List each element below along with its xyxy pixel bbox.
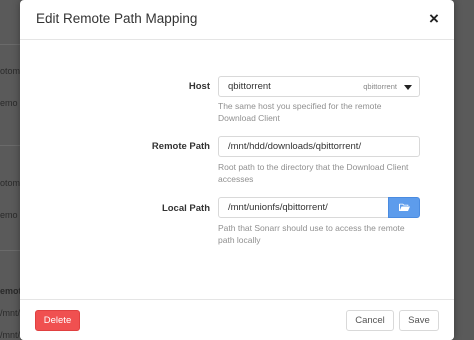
background-text: /mnt/ [0, 330, 20, 340]
local-path-help-text: Path that Sonarr should use to access th… [218, 223, 405, 245]
host-help-text: The same host you specified for the remo… [218, 101, 382, 123]
local-path-input[interactable] [218, 197, 389, 218]
local-path-label: Local Path [161, 203, 210, 214]
close-icon[interactable]: × [426, 10, 442, 28]
background-text: /mnt/ [0, 308, 20, 318]
save-button[interactable]: Save [399, 310, 439, 331]
remote-path-help-text: Root path to the directory that the Down… [218, 162, 409, 184]
modal-title: Edit Remote Path Mapping [36, 11, 198, 26]
background-divider [0, 145, 20, 146]
background-text: emot [0, 286, 20, 296]
modal-header: Edit Remote Path Mapping × [20, 0, 454, 40]
host-select-hint: qbittorrent [363, 82, 397, 91]
modal-footer: Delete Cancel Save [20, 299, 454, 340]
background-text: emo [0, 210, 18, 220]
host-select[interactable]: qbittorrent qbittorrent [218, 76, 420, 97]
background-text: otom [0, 66, 20, 76]
background-text: emo [0, 98, 18, 108]
host-label: Host [188, 81, 210, 92]
background-divider [0, 250, 20, 251]
edit-remote-path-mapping-dialog: Edit Remote Path Mapping × Host qbittorr… [20, 0, 454, 340]
remote-path-label: Remote Path [151, 141, 210, 152]
cancel-button[interactable]: Cancel [346, 310, 394, 331]
background-text: otom [0, 178, 20, 188]
modal-body: Host qbittorrent qbittorrent The same ho… [20, 41, 454, 299]
browse-folder-button[interactable] [388, 197, 420, 218]
background-divider [0, 44, 20, 45]
folder-open-icon [399, 203, 410, 211]
host-select-value: qbittorrent [228, 81, 271, 92]
remote-path-input[interactable] [218, 136, 420, 157]
caret-down-icon [404, 85, 412, 90]
delete-button[interactable]: Delete [35, 310, 80, 331]
